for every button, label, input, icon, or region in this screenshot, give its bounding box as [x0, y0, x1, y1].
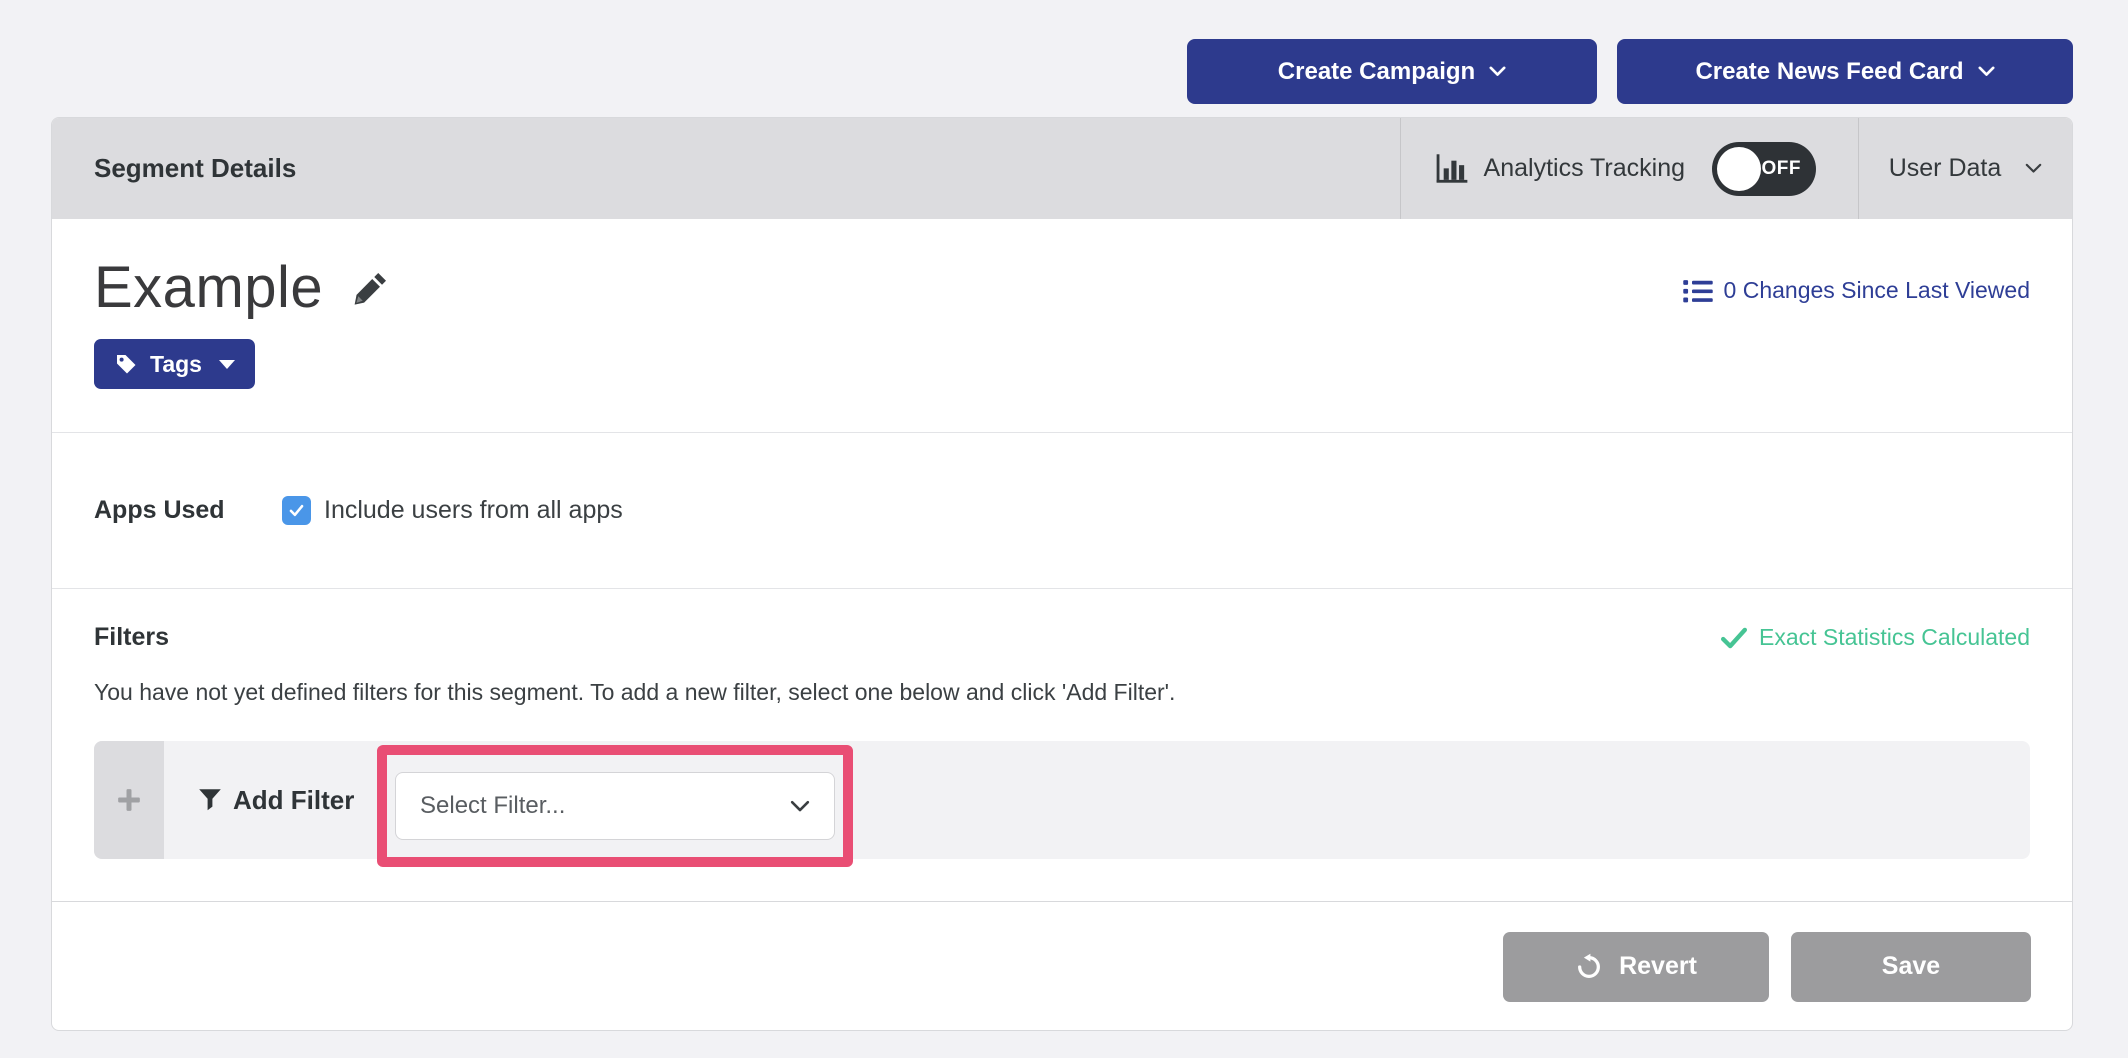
create-news-feed-button[interactable]: Create News Feed Card	[1617, 39, 2073, 104]
analytics-tracking-label: Analytics Tracking	[1484, 154, 1685, 183]
filter-select-value: Select Filter...	[420, 792, 565, 820]
filters-title: Filters	[94, 623, 169, 652]
change-list-icon	[1683, 279, 1713, 303]
tags-button[interactable]: Tags	[94, 339, 255, 389]
panel-footer: Revert Save	[52, 901, 2072, 1031]
include-all-apps-checkbox[interactable]: Include users from all apps	[282, 496, 623, 525]
plus-icon	[116, 787, 142, 813]
create-news-feed-label: Create News Feed Card	[1695, 58, 1963, 86]
chevron-down-icon	[1489, 66, 1506, 77]
chevron-down-icon	[2025, 163, 2042, 174]
edit-name-button[interactable]	[351, 270, 389, 308]
add-filter-plus-button[interactable]	[94, 741, 164, 859]
apps-used-label: Apps Used	[94, 496, 282, 525]
analytics-tracking-toggle[interactable]: OFF	[1712, 142, 1816, 196]
filter-funnel-icon	[198, 788, 222, 812]
bar-chart-icon	[1435, 153, 1469, 185]
save-button[interactable]: Save	[1791, 932, 2031, 1002]
changes-since-label: 0 Changes Since Last Viewed	[1724, 277, 2030, 304]
toggle-knob	[1717, 147, 1761, 191]
changes-since-link[interactable]: 0 Changes Since Last Viewed	[1683, 277, 2030, 304]
toggle-state-label: OFF	[1762, 158, 1802, 180]
panel-header-right: Analytics Tracking OFF User Data	[1400, 118, 2072, 219]
user-data-label: User Data	[1889, 154, 2002, 183]
create-campaign-button[interactable]: Create Campaign	[1187, 39, 1597, 104]
revert-label: Revert	[1619, 952, 1697, 981]
add-filter-label: Add Filter	[233, 785, 354, 816]
add-filter-label-group: Add Filter	[198, 785, 354, 816]
exact-statistics-label: Exact Statistics Calculated	[1759, 624, 2030, 651]
tag-icon	[114, 352, 138, 376]
tags-label: Tags	[150, 351, 202, 378]
revert-button[interactable]: Revert	[1503, 932, 1769, 1002]
caret-down-icon	[219, 360, 235, 369]
title-section: Example 0 Chang	[52, 219, 2072, 432]
page-title: Segment Details	[52, 118, 296, 219]
exact-statistics-status: Exact Statistics Calculated	[1721, 624, 2030, 651]
checkbox-checked-icon[interactable]	[282, 496, 311, 525]
chevron-down-icon	[1978, 66, 1995, 77]
filters-section: Filters Exact Statistics Calculated You …	[52, 588, 2072, 901]
chevron-down-icon	[790, 800, 810, 813]
revert-icon	[1575, 953, 1603, 981]
segment-details-panel: Segment Details Analytics Tracking OFF U…	[51, 117, 2073, 1031]
add-filter-row: Add Filter Select Filter...	[94, 741, 2030, 859]
apps-used-section: Apps Used Include users from all apps	[52, 432, 2072, 588]
segment-name: Example	[94, 259, 323, 317]
pencil-icon	[351, 270, 389, 308]
panel-header: Segment Details Analytics Tracking OFF U…	[52, 118, 2072, 219]
check-icon	[1721, 627, 1747, 649]
user-data-dropdown[interactable]: User Data	[1858, 118, 2072, 219]
top-actions: Create Campaign Create News Feed Card	[1187, 39, 2073, 104]
analytics-tracking-control: Analytics Tracking OFF	[1400, 118, 1858, 219]
save-label: Save	[1882, 952, 1940, 981]
page: { "colors": { "accent_blue": "#2d3a8d", …	[0, 0, 2128, 1058]
create-campaign-label: Create Campaign	[1278, 58, 1475, 86]
annotation-highlight-box: Select Filter...	[377, 745, 853, 867]
filter-select[interactable]: Select Filter...	[395, 772, 835, 840]
include-all-apps-label: Include users from all apps	[324, 496, 623, 525]
filters-description: You have not yet defined filters for thi…	[94, 679, 2030, 706]
